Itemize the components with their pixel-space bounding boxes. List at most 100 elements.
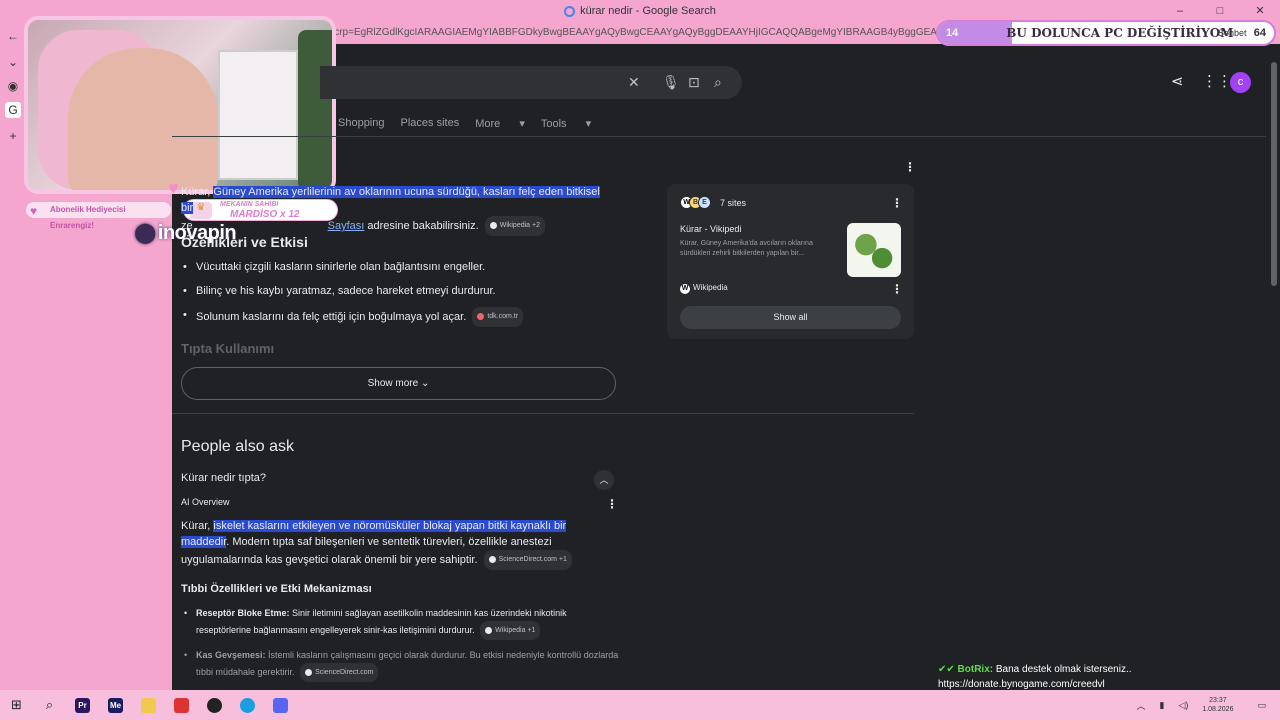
- panel-result-snippet: Kürar, Güney Amerika'da avcıların okları…: [680, 240, 813, 257]
- tab-favicon-icon[interactable]: ◉: [5, 78, 21, 94]
- windows-start-icon[interactable]: ⊞: [0, 690, 33, 720]
- bot-message-text: Bana destek olmak isterseniz..: [995, 664, 1132, 675]
- tdk-icon: [477, 312, 485, 320]
- source-chip-label: Wikipedia +2: [499, 222, 540, 229]
- share-icon[interactable]: ⋖: [1171, 72, 1184, 90]
- paa-answer-paragraph: Kürar, iskelet kaslarını etkileyen ve nö…: [181, 518, 616, 570]
- apps-grid-icon[interactable]: ⋮⋮: [1202, 72, 1232, 90]
- overview-link[interactable]: Sayfası: [328, 220, 365, 232]
- donate-link: https://donate.bynogame.com/creedvl: [938, 679, 1105, 690]
- wikipedia-icon: [489, 221, 497, 229]
- source-favicons: W B E: [680, 196, 711, 209]
- chevron-up-icon[interactable]: ︿: [594, 470, 614, 490]
- sources-panel: W B E 7 sites ⋮ Kürar - Vikipedi Kürar, …: [667, 184, 914, 339]
- source-chip[interactable]: ScienceDirect.com: [300, 663, 379, 682]
- section-divider: [172, 413, 914, 414]
- voice-search-icon[interactable]: 🎙: [662, 74, 680, 91]
- stream-goal-bar: 14 BU DOLUNCA PC DEĞİŞTİRİYOM 64: [936, 20, 1276, 46]
- clock[interactable]: 23:37 1.08.2026: [1202, 696, 1233, 714]
- file-explorer-icon[interactable]: [132, 690, 165, 720]
- show-more-label: Show more: [367, 378, 419, 389]
- tab-more-label: More: [475, 118, 501, 130]
- result-more-icon[interactable]: ⋮: [891, 282, 903, 296]
- close-window-button[interactable]: ✕: [1240, 0, 1280, 22]
- heart-icon: ♥: [168, 178, 179, 198]
- source-chip-label: tdk.com.tr: [487, 313, 519, 320]
- list-item: Vücuttaki çizgili kasların sinirlerle ol…: [181, 259, 621, 283]
- goal-current-value: 14: [946, 27, 959, 39]
- maximize-button[interactable]: □: [1200, 0, 1240, 22]
- media-encoder-icon[interactable]: Me: [99, 690, 132, 720]
- paa-answer-prefix: Kürar,: [181, 520, 214, 532]
- search-box[interactable]: ✕ 🎙 ⊡ ⌕: [320, 66, 742, 99]
- panel-more-icon[interactable]: ⋮: [891, 196, 903, 210]
- page-scrollbar[interactable]: [1268, 46, 1280, 690]
- tabs-divider: [172, 136, 1266, 137]
- volume-icon[interactable]: ◁): [1178, 700, 1188, 711]
- source-chip-label: ScienceDirect.com: [315, 669, 374, 676]
- medical-heading: Tıbbi Özellikleri ve Etki Mekanizması: [181, 583, 372, 595]
- account-avatar[interactable]: c: [1230, 72, 1251, 93]
- overview-line2-end: adresine bakabilirsiniz.: [364, 219, 479, 232]
- search-icon[interactable]: ⌕: [714, 74, 722, 91]
- clear-search-icon[interactable]: ✕: [628, 74, 640, 91]
- app-icon[interactable]: [165, 690, 198, 720]
- discord-icon[interactable]: [264, 690, 297, 720]
- overview-more-options-icon[interactable]: ⋮: [904, 160, 916, 174]
- chevron-up-icon[interactable]: ︿: [1136, 699, 1145, 712]
- tab-tools[interactable]: Tools ▾: [541, 117, 591, 130]
- source-chip[interactable]: Wikipedia +2: [484, 216, 545, 236]
- sites-count: 7 sites: [720, 198, 747, 208]
- scrollbar-thumb[interactable]: [1271, 62, 1277, 286]
- location-pin-icon: ⬤: [134, 222, 156, 244]
- sciencedirect-icon: [488, 555, 496, 563]
- ai-more-icon[interactable]: ⋮: [606, 497, 618, 511]
- tab-places-sites[interactable]: Places sites: [401, 117, 460, 130]
- list-item: Reseptör Bloke Etme: Sinir iletimini sağ…: [181, 606, 621, 640]
- source-chip[interactable]: tdk.com.tr: [472, 307, 524, 327]
- edge-icon[interactable]: [231, 690, 264, 720]
- premiere-icon[interactable]: Pr: [66, 690, 99, 720]
- taskbar: ⊞ ⌕ Pr Me: [0, 690, 1280, 720]
- source-chip[interactable]: ScienceDirect.com +1: [483, 550, 572, 570]
- bot-name: BotRix:: [957, 664, 994, 675]
- properties-list: Vücuttaki çizgili kasların sinirlerle ol…: [181, 259, 621, 331]
- sub-heart-icon: ♥: [30, 204, 38, 218]
- goal-text: BU DOLUNCA PC DEĞİŞTİRİYOM: [1006, 26, 1234, 40]
- notification-icon[interactable]: ▭: [1257, 700, 1266, 711]
- overview-highlight: Güney Amerika yerlilerinin av oklarının …: [181, 186, 600, 214]
- plant-thumbnail[interactable]: [847, 223, 901, 277]
- network-icon[interactable]: ▮: [1159, 700, 1164, 711]
- chevron-down-icon[interactable]: ⌄: [5, 54, 21, 70]
- source-chip[interactable]: Wikipedia +1: [480, 621, 541, 640]
- list-item-bold: Reseptör Bloke Etme:: [196, 608, 290, 618]
- new-tab-plus-icon[interactable]: +: [5, 128, 21, 144]
- source-chip-label: ScienceDirect.com +1: [498, 556, 567, 563]
- tab-shopping[interactable]: Shopping: [338, 117, 385, 130]
- tab-more[interactable]: More ▾: [475, 117, 525, 130]
- search-icon[interactable]: ⌕: [33, 690, 66, 720]
- faded-heading: Tıpta Kullanımı: [181, 341, 275, 356]
- lens-search-icon[interactable]: ⊡: [688, 74, 700, 91]
- google-favicon-icon: [564, 5, 576, 17]
- wikipedia-icon: [485, 626, 493, 634]
- minimize-button[interactable]: –: [1160, 0, 1200, 22]
- obs-icon[interactable]: [198, 690, 231, 720]
- google-tab-icon[interactable]: G: [5, 102, 21, 118]
- list-item-text: Solunum kaslarını da felç ettiği için bo…: [196, 310, 467, 323]
- back-arrow-icon[interactable]: ←: [5, 28, 21, 44]
- window-controls: – □ ✕: [1160, 0, 1280, 22]
- sciencedirect-icon: [305, 668, 313, 676]
- list-item: Solunum kaslarını da felç ettiği için bo…: [181, 307, 621, 331]
- streamer-shape: [68, 48, 218, 190]
- show-all-button[interactable]: Show all: [680, 306, 901, 329]
- show-more-button[interactable]: Show more ⌄: [181, 367, 616, 400]
- goal-target-value: 64: [1253, 27, 1266, 39]
- medical-list: Reseptör Bloke Etme: Sinir iletimini sağ…: [181, 606, 621, 690]
- plant-shape: [298, 30, 332, 190]
- overview-paragraph: Kürar, Güney Amerika yerlilerinin av okl…: [181, 184, 611, 236]
- webcam-overlay: [24, 16, 336, 194]
- paa-question[interactable]: Kürar nedir tıpta?: [181, 472, 266, 484]
- bot-badge-icon: ✔✔: [938, 664, 955, 675]
- panel-result-title[interactable]: Kürar - Vikipedi: [680, 224, 741, 234]
